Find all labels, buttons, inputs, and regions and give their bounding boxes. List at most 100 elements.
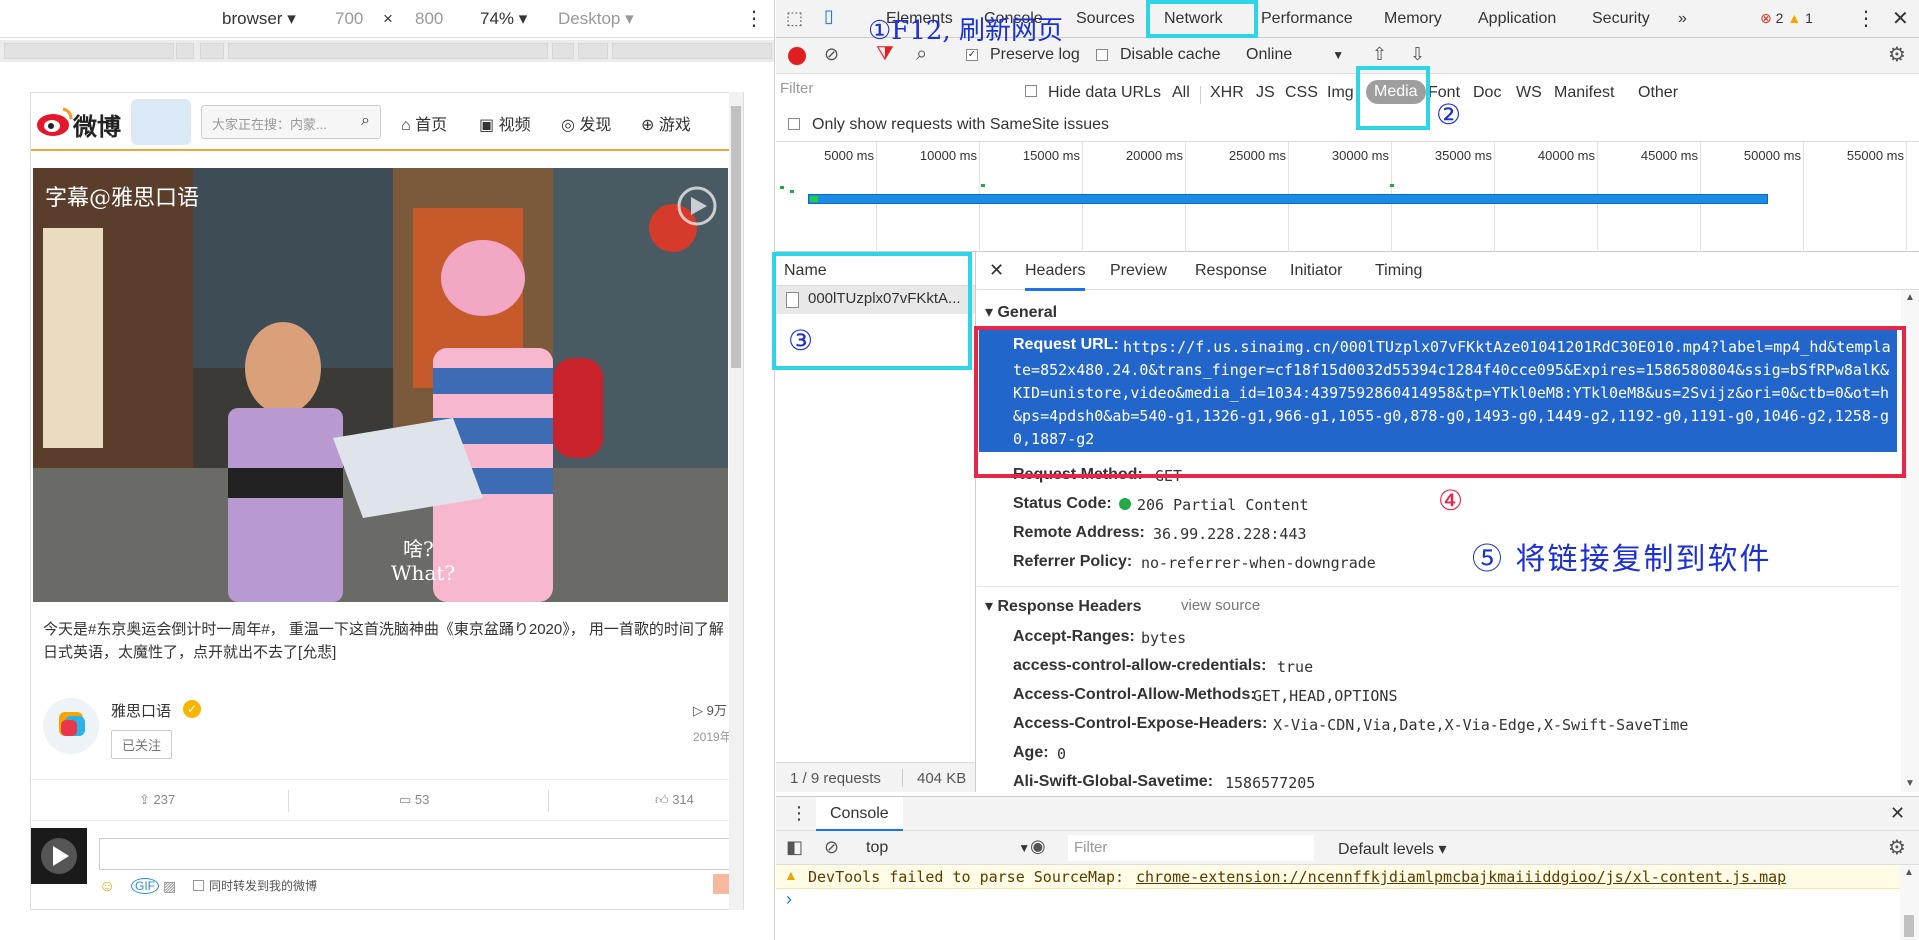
width-input[interactable]: 700 xyxy=(335,9,363,29)
tab-timing[interactable]: Timing xyxy=(1375,262,1422,280)
sourcemap-link[interactable]: chrome-extension://ncennffkjdiamlpmcbajk… xyxy=(1136,868,1786,886)
tab-headers[interactable]: Headers xyxy=(1025,262,1086,291)
error-icon: ⊗ xyxy=(1760,10,1772,26)
filter-ws[interactable]: WS xyxy=(1516,84,1542,102)
tab-more[interactable]: » xyxy=(1678,10,1687,28)
gif-icon[interactable]: GIF xyxy=(131,878,159,894)
sidebar-toggle-icon[interactable]: ◧ xyxy=(786,837,803,858)
console-scrollbar[interactable]: ▲ xyxy=(1900,865,1919,940)
filter-other[interactable]: Other xyxy=(1638,84,1678,102)
tab-performance[interactable]: Performance xyxy=(1261,10,1353,28)
avatar-logo-icon xyxy=(59,712,85,736)
tab-application[interactable]: Application xyxy=(1478,10,1556,28)
live-expression-eye-icon[interactable]: ◉ xyxy=(1030,836,1046,857)
video-player[interactable]: 字幕@雅思口语 啥? What? xyxy=(33,168,728,602)
page-scrollbar[interactable] xyxy=(729,92,743,910)
console-prompt[interactable]: › xyxy=(786,889,792,910)
devtools-menu-icon[interactable]: ⋮ xyxy=(1856,6,1876,31)
like-button[interactable]: 👍︎ 314 xyxy=(655,792,694,808)
clear-console-icon[interactable]: ⊘ xyxy=(824,837,839,858)
inspect-element-icon[interactable]: ⬚ xyxy=(786,8,803,29)
video-frame-image xyxy=(33,168,728,602)
avatar[interactable] xyxy=(43,698,99,754)
search-icon[interactable]: ⌕ xyxy=(361,112,370,130)
header-key: Age: xyxy=(1013,744,1049,761)
weibo-logo[interactable] xyxy=(35,103,75,139)
samesite-checkbox[interactable] xyxy=(788,118,800,130)
tab-sources[interactable]: Sources xyxy=(1076,10,1135,28)
context-select[interactable]: top ▼ xyxy=(866,839,1030,857)
filter-all[interactable]: All xyxy=(1172,84,1190,102)
settings-gear-icon[interactable]: ⚙ xyxy=(1888,42,1906,67)
mini-player[interactable] xyxy=(31,828,87,884)
view-source-link[interactable]: view source xyxy=(1181,597,1260,614)
hide-data-urls-checkbox[interactable] xyxy=(1025,85,1037,97)
comment-compose: ☺ GIF ▨ 同时转发到我的微博 xyxy=(31,828,743,908)
nav-discover[interactable]: ◎ 发现 xyxy=(561,111,611,135)
device-select[interactable]: browser ▾ xyxy=(222,9,296,29)
disable-cache-checkbox[interactable] xyxy=(1096,49,1108,61)
zoom-select[interactable]: 74% ▾ xyxy=(480,9,527,29)
request-count: 1 / 9 requests xyxy=(790,770,881,787)
nav-video[interactable]: ▣ 视频 xyxy=(479,111,531,135)
drawer-menu-icon[interactable]: ⋮ xyxy=(790,803,808,824)
scroll-up-icon[interactable]: ▲ xyxy=(1904,867,1914,878)
mode-select[interactable]: Desktop ▾ xyxy=(558,9,634,29)
log-levels-select[interactable]: Default levels ▾ xyxy=(1338,839,1447,859)
filter-xhr[interactable]: XHR xyxy=(1210,84,1244,102)
console-filter-placeholder: Filter xyxy=(1074,839,1108,856)
more-options-icon[interactable]: ⋮ xyxy=(744,6,764,31)
filter-img[interactable]: Img xyxy=(1327,84,1354,102)
tab-security[interactable]: Security xyxy=(1592,10,1650,28)
scrollbar-thumb[interactable] xyxy=(731,106,741,368)
clear-icon[interactable]: ⊘ xyxy=(824,44,839,65)
sync-checkbox[interactable] xyxy=(193,880,204,891)
network-overview-timeline[interactable]: 5000 ms 10000 ms 15000 ms 20000 ms 25000… xyxy=(776,142,1919,252)
close-devtools-icon[interactable]: ✕ xyxy=(1892,6,1909,31)
import-har-icon[interactable]: ⇧ xyxy=(1372,44,1387,65)
tab-initiator[interactable]: Initiator xyxy=(1290,262,1342,280)
device-toggle-icon[interactable]: ▯ xyxy=(824,6,834,27)
console-filter-input[interactable]: Filter xyxy=(1068,835,1314,861)
record-icon[interactable] xyxy=(788,47,806,65)
image-icon[interactable]: ▨ xyxy=(163,878,176,895)
filter-input[interactable]: Filter xyxy=(780,80,1010,104)
tab-memory[interactable]: Memory xyxy=(1384,10,1442,28)
scrollbar-thumb[interactable] xyxy=(1904,915,1914,937)
transferred-size: 404 KB xyxy=(917,770,967,787)
tick-label: 25000 ms xyxy=(1228,148,1286,163)
header-value: bytes xyxy=(1141,629,1187,647)
filter-manifest[interactable]: Manifest xyxy=(1554,84,1614,102)
weibo-header: 微博 大家正在搜：内蒙... ⌕ ⌂ 首页 ▣ 视频 ◎ 发现 ⊕ 游戏 xyxy=(31,93,743,151)
scroll-down-icon[interactable]: ▼ xyxy=(1905,778,1915,789)
username[interactable]: 雅思口语 xyxy=(111,700,171,721)
repost-button[interactable]: ⇪ 237 xyxy=(139,792,175,808)
comment-input[interactable] xyxy=(99,838,743,870)
tab-preview[interactable]: Preview xyxy=(1110,262,1167,280)
filter-css[interactable]: CSS xyxy=(1285,84,1318,102)
preserve-log-checkbox[interactable]: ✓ xyxy=(966,49,978,61)
author-row: 雅思口语 ✓ 已关注 ▷ 9万 2019年 xyxy=(31,688,743,778)
scroll-up-icon[interactable]: ▲ xyxy=(1905,292,1915,303)
height-input[interactable]: 800 xyxy=(415,9,443,29)
error-counter[interactable]: ⊗ 2 ▲ 1 xyxy=(1760,10,1813,27)
response-headers-toggle[interactable]: ▾ Response Headers xyxy=(985,596,1142,616)
filter-doc[interactable]: Doc xyxy=(1473,84,1501,102)
comment-button[interactable]: ▭ 53 xyxy=(399,792,429,808)
general-section-toggle[interactable]: ▾ General xyxy=(985,302,1057,322)
close-drawer-icon[interactable]: ✕ xyxy=(1890,803,1905,824)
filter-js[interactable]: JS xyxy=(1256,84,1275,102)
nav-home-label: 首页 xyxy=(415,117,448,134)
nav-home[interactable]: ⌂ 首页 xyxy=(401,111,447,135)
tab-response[interactable]: Response xyxy=(1195,262,1267,280)
follow-button[interactable]: 已关注 xyxy=(111,730,173,759)
emoji-icon[interactable]: ☺ xyxy=(99,878,115,896)
close-details-icon[interactable]: ✕ xyxy=(989,260,1004,281)
tab-console-drawer[interactable]: Console xyxy=(816,797,903,831)
export-har-icon[interactable]: ⇩ xyxy=(1410,44,1425,65)
annotation-step4: ④ xyxy=(1438,484,1464,517)
console-settings-icon[interactable]: ⚙ xyxy=(1888,835,1906,860)
throttle-select[interactable]: Online ▼ xyxy=(1246,46,1344,64)
nav-games[interactable]: ⊕ 游戏 xyxy=(641,111,691,135)
weibo-search-box[interactable]: 大家正在搜：内蒙... ⌕ xyxy=(201,105,381,139)
